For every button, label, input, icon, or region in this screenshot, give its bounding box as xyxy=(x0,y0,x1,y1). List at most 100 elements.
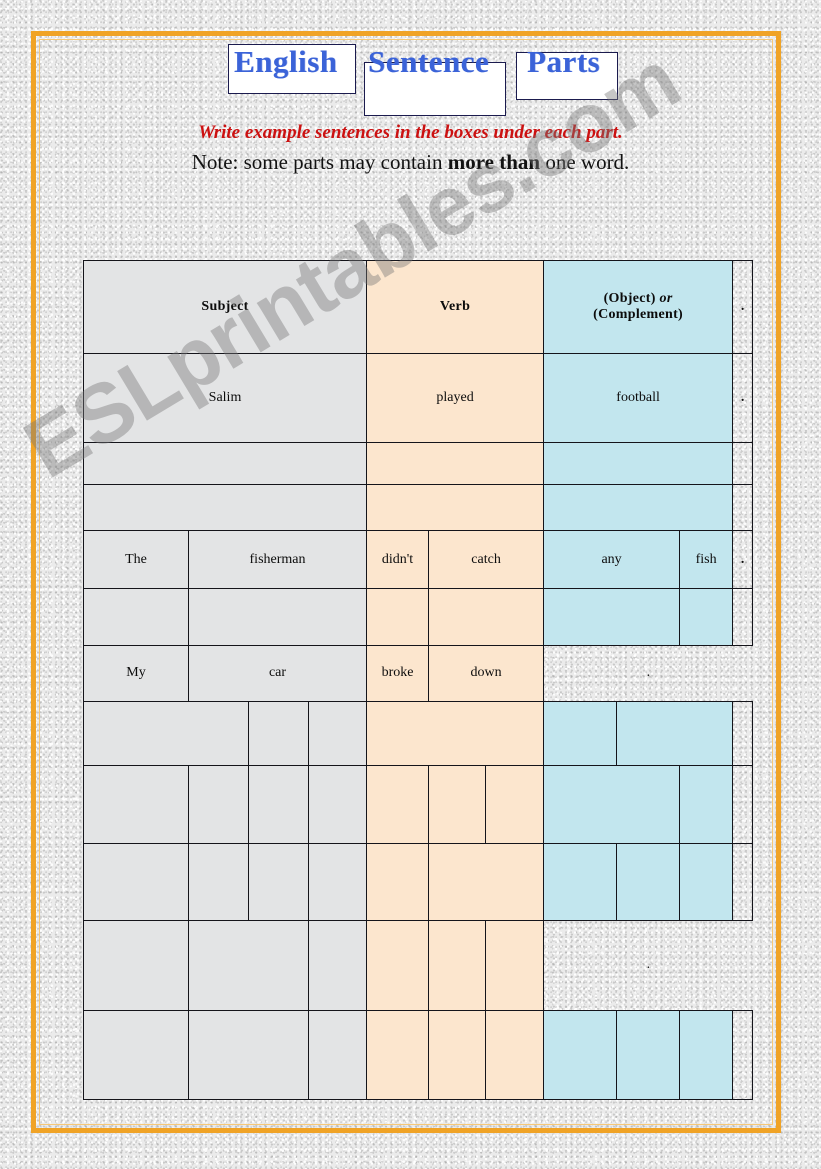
cell-subject[interactable] xyxy=(82,442,368,485)
cell-object[interactable] xyxy=(543,483,734,531)
cell-subject[interactable] xyxy=(307,919,368,1012)
cell-subject[interactable] xyxy=(248,701,309,766)
cell-verb[interactable] xyxy=(366,764,430,845)
cell-object[interactable] xyxy=(543,843,618,921)
cell-object[interactable]: fish xyxy=(679,529,734,590)
cell-period xyxy=(732,843,754,921)
cell-verb[interactable] xyxy=(366,843,430,921)
cell-object[interactable] xyxy=(543,701,618,766)
cell-period: . xyxy=(732,529,754,590)
cell-object[interactable] xyxy=(543,442,734,485)
cell-verb[interactable]: broke xyxy=(366,644,430,703)
cell-subject[interactable] xyxy=(248,764,309,845)
instruction-primary: Write example sentences in the boxes und… xyxy=(198,122,623,143)
cell-verb[interactable] xyxy=(428,588,545,646)
sentence-parts-table: Subject Verb (Object) or (Complement) . S… xyxy=(82,260,754,1100)
cell-period: . xyxy=(732,352,754,444)
cell-subject[interactable] xyxy=(83,588,189,646)
cell-subject[interactable] xyxy=(83,701,249,766)
title-word-parts: Parts xyxy=(527,44,601,79)
cell-subject[interactable]: Salim xyxy=(82,352,368,444)
cell-period xyxy=(732,442,754,485)
header-complement-text: (Complement) xyxy=(593,306,684,322)
table-row xyxy=(82,483,754,531)
cell-subject[interactable]: fisherman xyxy=(187,529,368,590)
cell-verb[interactable] xyxy=(366,442,545,485)
cell-verb[interactable]: down xyxy=(428,644,545,703)
cell-period xyxy=(732,483,754,531)
cell-subject[interactable] xyxy=(83,764,189,845)
cell-verb[interactable] xyxy=(366,1010,430,1100)
cell-period xyxy=(732,588,754,646)
cell-subject[interactable] xyxy=(188,764,249,845)
cell-verb[interactable]: catch xyxy=(428,529,545,590)
title-word-sentence: Sentence xyxy=(368,44,490,79)
header-object-complement: (Object) or (Complement) xyxy=(543,260,734,354)
cell-subject[interactable] xyxy=(188,1010,309,1100)
cell-period xyxy=(732,1010,754,1100)
cell-object[interactable] xyxy=(543,588,681,646)
table-row xyxy=(83,1010,754,1100)
note-suffix: one word. xyxy=(540,150,630,174)
cell-subject[interactable]: The xyxy=(83,529,189,590)
note-emphasis: more than xyxy=(447,150,541,174)
cell-subject[interactable] xyxy=(82,483,368,531)
cell-period xyxy=(732,701,754,766)
cell-subject[interactable] xyxy=(307,764,368,845)
cell-subject[interactable] xyxy=(248,843,309,921)
cell-verb[interactable] xyxy=(485,1010,545,1100)
table-row xyxy=(82,442,754,485)
cell-object[interactable] xyxy=(679,1010,734,1100)
cell-subject[interactable] xyxy=(83,1010,189,1100)
cell-object[interactable]: any xyxy=(543,529,681,590)
header-or-text: or xyxy=(659,290,673,306)
cell-subject[interactable] xyxy=(307,843,368,921)
cell-verb[interactable] xyxy=(366,483,545,531)
cell-verb[interactable] xyxy=(428,1010,487,1100)
table-row: Salim played football . xyxy=(82,352,754,444)
cell-subject[interactable] xyxy=(307,1010,368,1100)
cell-verb[interactable] xyxy=(428,919,487,1012)
note-prefix: Note: some parts may contain xyxy=(191,150,448,174)
table-row xyxy=(83,843,754,921)
cell-object[interactable] xyxy=(543,1010,618,1100)
cell-verb[interactable]: didn't xyxy=(366,529,430,590)
table-row: . xyxy=(83,919,753,1012)
table-row: My car broke down . xyxy=(83,644,753,703)
cell-verb[interactable] xyxy=(428,764,487,845)
cell-subject[interactable] xyxy=(188,843,249,921)
cell-object[interactable]: football xyxy=(543,352,734,444)
cell-subject[interactable] xyxy=(83,919,189,1012)
cell-verb[interactable] xyxy=(366,701,545,766)
worksheet-page: English Sentence Parts Write example sen… xyxy=(0,0,821,1169)
cell-object-period: . xyxy=(646,665,651,681)
header-object-text: (Object) xyxy=(603,290,660,306)
table-row xyxy=(83,588,754,646)
cell-object[interactable] xyxy=(679,843,734,921)
cell-subject[interactable] xyxy=(188,919,309,1012)
cell-verb[interactable] xyxy=(366,919,430,1012)
cell-object[interactable] xyxy=(616,843,681,921)
table-row: The fisherman didn't catch any fish . xyxy=(83,529,754,590)
cell-verb[interactable] xyxy=(485,764,545,845)
cell-verb[interactable] xyxy=(485,919,545,1012)
cell-verb[interactable] xyxy=(428,843,545,921)
cell-object[interactable] xyxy=(543,764,681,845)
cell-object[interactable] xyxy=(679,764,734,845)
header-subject: Subject xyxy=(82,260,368,354)
cell-verb[interactable]: played xyxy=(366,352,545,444)
header-period: . xyxy=(732,260,754,354)
cell-object[interactable] xyxy=(679,588,734,646)
title-word-english: English xyxy=(234,44,338,79)
instruction-note: Note: some parts may contain more than o… xyxy=(0,150,821,175)
cell-subject[interactable] xyxy=(187,588,368,646)
cell-verb[interactable] xyxy=(366,588,430,646)
cell-subject[interactable]: My xyxy=(83,644,189,703)
cell-object-blank: . xyxy=(543,919,753,1012)
cell-object[interactable] xyxy=(616,1010,681,1100)
cell-subject[interactable] xyxy=(83,843,189,921)
sentence-parts-table-wrapper: Subject Verb (Object) or (Complement) . S… xyxy=(82,260,754,1100)
cell-subject[interactable] xyxy=(307,701,368,766)
cell-subject[interactable]: car xyxy=(187,644,368,703)
cell-object[interactable] xyxy=(616,701,734,766)
